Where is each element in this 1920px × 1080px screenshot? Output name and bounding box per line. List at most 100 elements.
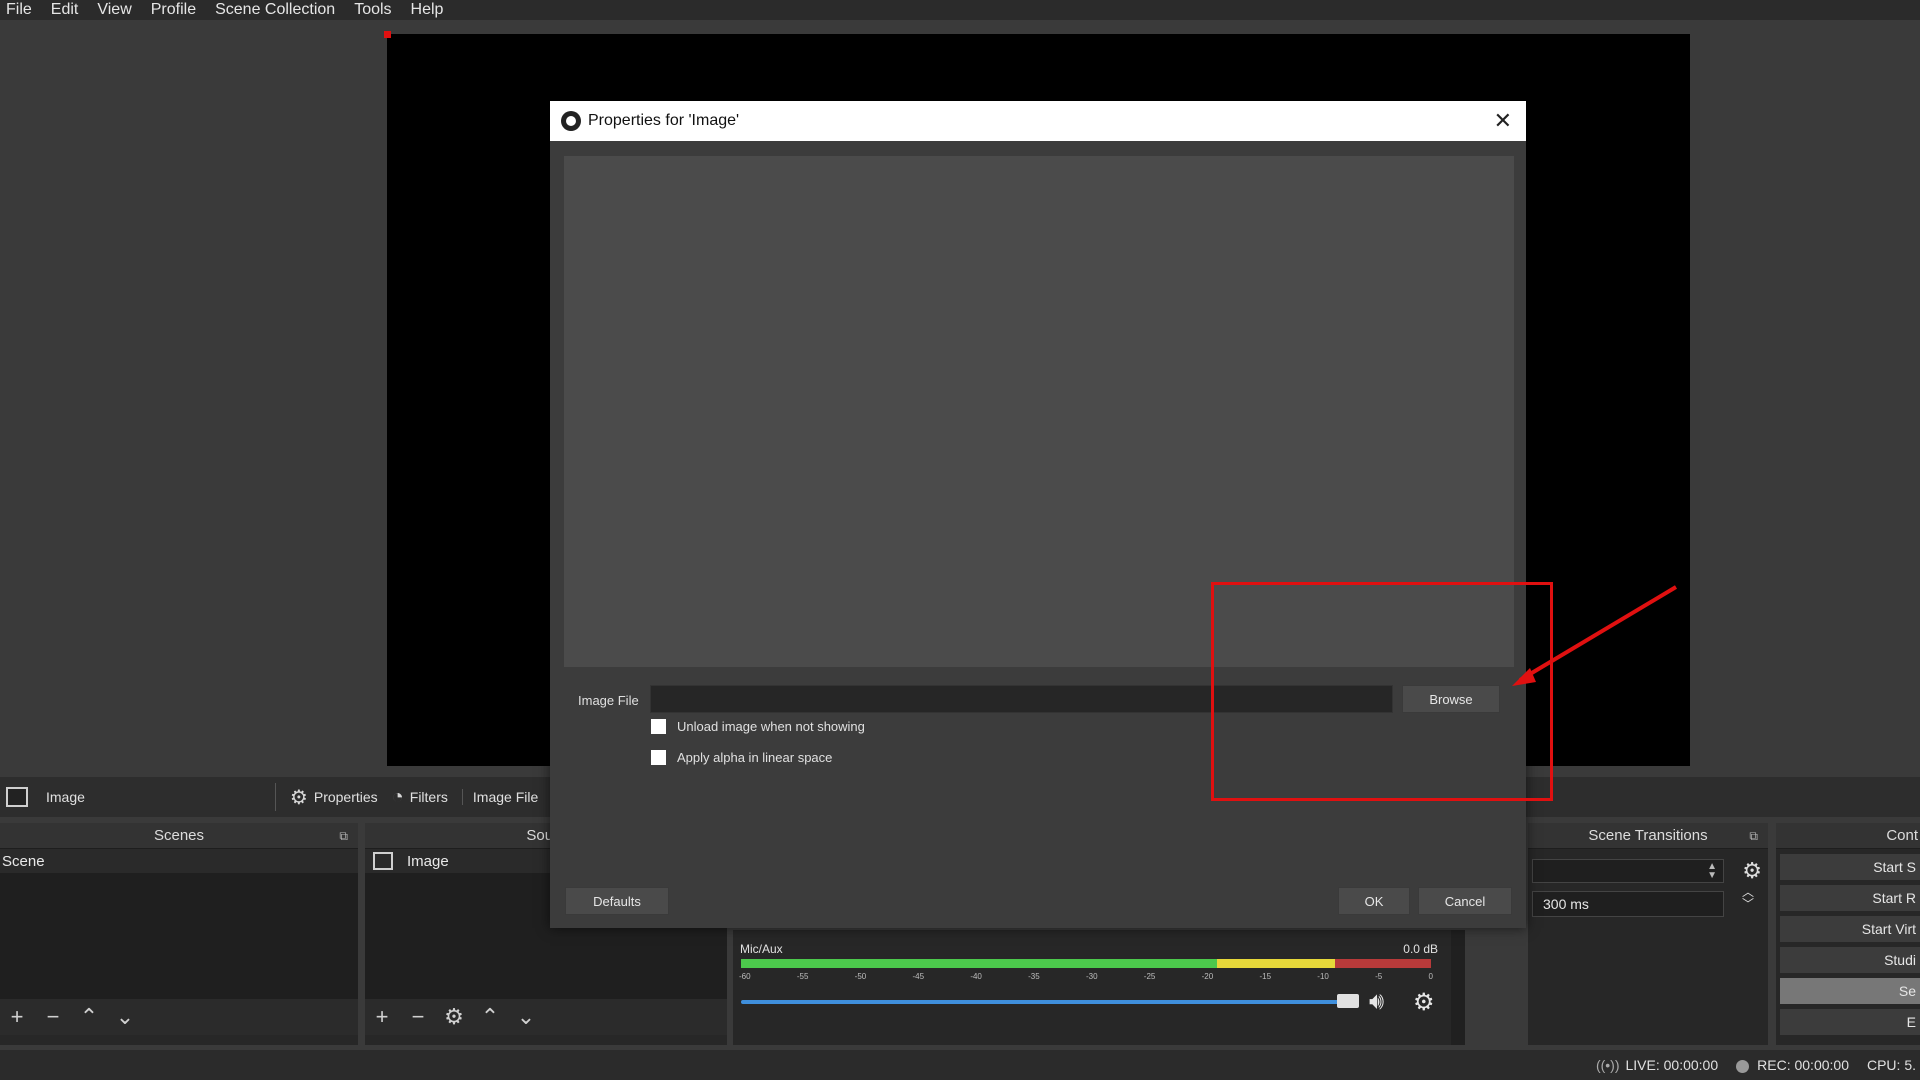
dialog-title: Properties for 'Image' [588, 112, 740, 129]
image-source-icon [6, 787, 28, 807]
meter-yellow-segment [1217, 959, 1335, 968]
linear-alpha-checkbox[interactable] [651, 750, 666, 765]
mixer-db-readout: 0.0 dB [1403, 942, 1438, 956]
menu-view[interactable]: View [89, 0, 142, 20]
scenes-dock: Scenes ⧉ Scene + − ⌃ ⌄ [0, 823, 358, 1045]
live-status-text: LIVE: 00:00:00 [1625, 1057, 1719, 1073]
properties-label: Properties [313, 789, 378, 805]
record-dot-icon [1736, 1059, 1750, 1073]
meter-tick: -15 [1259, 972, 1272, 981]
volume-slider-thumb[interactable] [1337, 994, 1359, 1008]
start-virtual-camera-button[interactable]: Start Virt [1780, 916, 1920, 942]
linear-alpha-checkbox-row[interactable]: Apply alpha in linear space [651, 750, 832, 765]
scenes-title: Scenes [153, 827, 205, 844]
speaker-icon[interactable]: 🔊︎ [1369, 988, 1384, 1016]
gear-icon[interactable]: ⚙ [443, 1004, 465, 1030]
linear-alpha-label: Apply alpha in linear space [677, 750, 833, 765]
unload-image-checkbox-row[interactable]: Unload image when not showing [651, 719, 865, 734]
rec-status-text: REC: 00:00:00 [1757, 1057, 1849, 1073]
properties-button[interactable]: ⚙ Properties [290, 785, 378, 810]
properties-dialog: Properties for 'Image' ✕ Image File Brow… [550, 101, 1526, 928]
image-icon [373, 852, 393, 870]
cancel-button[interactable]: Cancel [1418, 887, 1512, 915]
gear-icon: ⚙ [289, 786, 308, 809]
meter-green-segment [741, 959, 1217, 968]
studio-mode-button[interactable]: Studi [1780, 947, 1920, 973]
menu-scene-collection[interactable]: Scene Collection [207, 0, 346, 20]
transitions-dock-header: Scene Transitions ⧉ [1528, 823, 1768, 849]
rec-status: REC: 00:00:00 [1736, 1057, 1849, 1073]
volume-meter [741, 959, 1431, 968]
meter-tick: -35 [1028, 972, 1040, 981]
filters-icon: ◔ [391, 785, 404, 808]
add-icon[interactable]: + [6, 1004, 28, 1030]
scenes-footer: + − ⌃ ⌄ [0, 999, 358, 1035]
annotation-highlight-box [1211, 582, 1553, 801]
move-up-icon[interactable]: ⌃ [479, 1004, 501, 1030]
volume-slider-track[interactable] [741, 1000, 1341, 1004]
controls-dock-header: Cont [1776, 823, 1920, 849]
close-icon[interactable]: ✕ [1494, 108, 1512, 134]
preview-selection-handle[interactable] [384, 31, 391, 38]
filters-label: Filters [409, 789, 448, 805]
defaults-button[interactable]: Defaults [565, 887, 669, 915]
dock-float-icon[interactable]: ⧉ [1749, 829, 1758, 844]
transition-type-select[interactable]: ▲ ▼ [1532, 859, 1724, 883]
gear-icon[interactable]: ⚙ [1413, 988, 1435, 1017]
controls-title: Cont [1886, 827, 1918, 844]
meter-ticks: -60 -55 -50 -45 -40 -35 -30 -25 -20 -15 … [739, 972, 1433, 981]
selected-source-name: Image [46, 789, 85, 805]
menu-edit[interactable]: Edit [43, 0, 90, 20]
menu-file[interactable]: File [0, 0, 43, 20]
meter-tick: -60 [739, 972, 751, 981]
list-item[interactable]: Scene [0, 849, 358, 873]
remove-icon[interactable]: − [42, 1004, 64, 1030]
obs-logo-icon [561, 111, 581, 131]
menu-help[interactable]: Help [403, 0, 455, 20]
scene-label: Scene [2, 852, 45, 870]
unload-image-checkbox[interactable] [651, 719, 666, 734]
meter-tick: -40 [970, 972, 982, 981]
image-file-toolbar-label: Image File [461, 789, 538, 805]
toolbar-divider [274, 783, 276, 811]
remove-icon[interactable]: − [407, 1004, 429, 1030]
filters-button[interactable]: ◔ Filters [392, 786, 448, 809]
ok-button[interactable]: OK [1338, 887, 1410, 915]
gear-icon[interactable]: ⚙ [1742, 858, 1762, 884]
add-icon[interactable]: + [371, 1004, 393, 1030]
audio-mixer: Mic/Aux 0.0 dB -60 -55 -50 -45 -40 -35 -… [733, 930, 1465, 1045]
scenes-list: Scene [0, 849, 358, 999]
meter-tick: -45 [912, 972, 925, 981]
menu-tools[interactable]: Tools [346, 0, 402, 20]
exit-button[interactable]: E [1780, 1009, 1920, 1035]
mixer-scrollbar[interactable] [1451, 930, 1465, 1045]
meter-tick: -55 [796, 972, 809, 981]
meter-tick: -20 [1201, 972, 1214, 981]
mixer-channel-name: Mic/Aux [740, 942, 783, 956]
unload-image-label: Unload image when not showing [677, 719, 865, 734]
meter-tick: -50 [854, 972, 867, 981]
menu-profile[interactable]: Profile [143, 0, 207, 20]
scenes-dock-header: Scenes ⧉ [0, 823, 358, 849]
meter-red-segment [1335, 959, 1431, 968]
dialog-titlebar: Properties for 'Image' ✕ [550, 101, 1526, 141]
dock-float-icon[interactable]: ⧉ [339, 829, 348, 844]
settings-button[interactable]: Se [1780, 978, 1920, 1004]
start-streaming-button[interactable]: Start S [1780, 854, 1920, 880]
controls-dock: Cont Start S Start R Start Virt Studi Se… [1776, 823, 1920, 1045]
meter-tick: -25 [1143, 972, 1156, 981]
meter-tick: 0 [1428, 972, 1433, 981]
move-up-icon[interactable]: ⌃ [78, 1004, 100, 1030]
meter-tick: -10 [1317, 972, 1329, 981]
sources-footer: + − ⚙ ⌃ ⌄ [365, 999, 727, 1035]
transitions-title: Scene Transitions [1588, 827, 1708, 844]
live-status: ((•)) LIVE: 00:00:00 [1596, 1057, 1718, 1073]
start-recording-button[interactable]: Start R [1780, 885, 1920, 911]
duration-spin-icon[interactable]: ︿ ﹀ [1742, 886, 1754, 910]
broadcast-icon: ((•)) [1595, 1057, 1620, 1073]
meter-tick: -5 [1375, 972, 1383, 981]
move-down-icon[interactable]: ⌄ [515, 1004, 537, 1030]
move-down-icon[interactable]: ⌄ [114, 1004, 136, 1030]
transition-duration-field[interactable]: 300 ms [1532, 891, 1724, 917]
scene-transitions-dock: Scene Transitions ⧉ ▲ ▼ ⚙ 300 ms ︿ ﹀ [1528, 823, 1768, 1045]
